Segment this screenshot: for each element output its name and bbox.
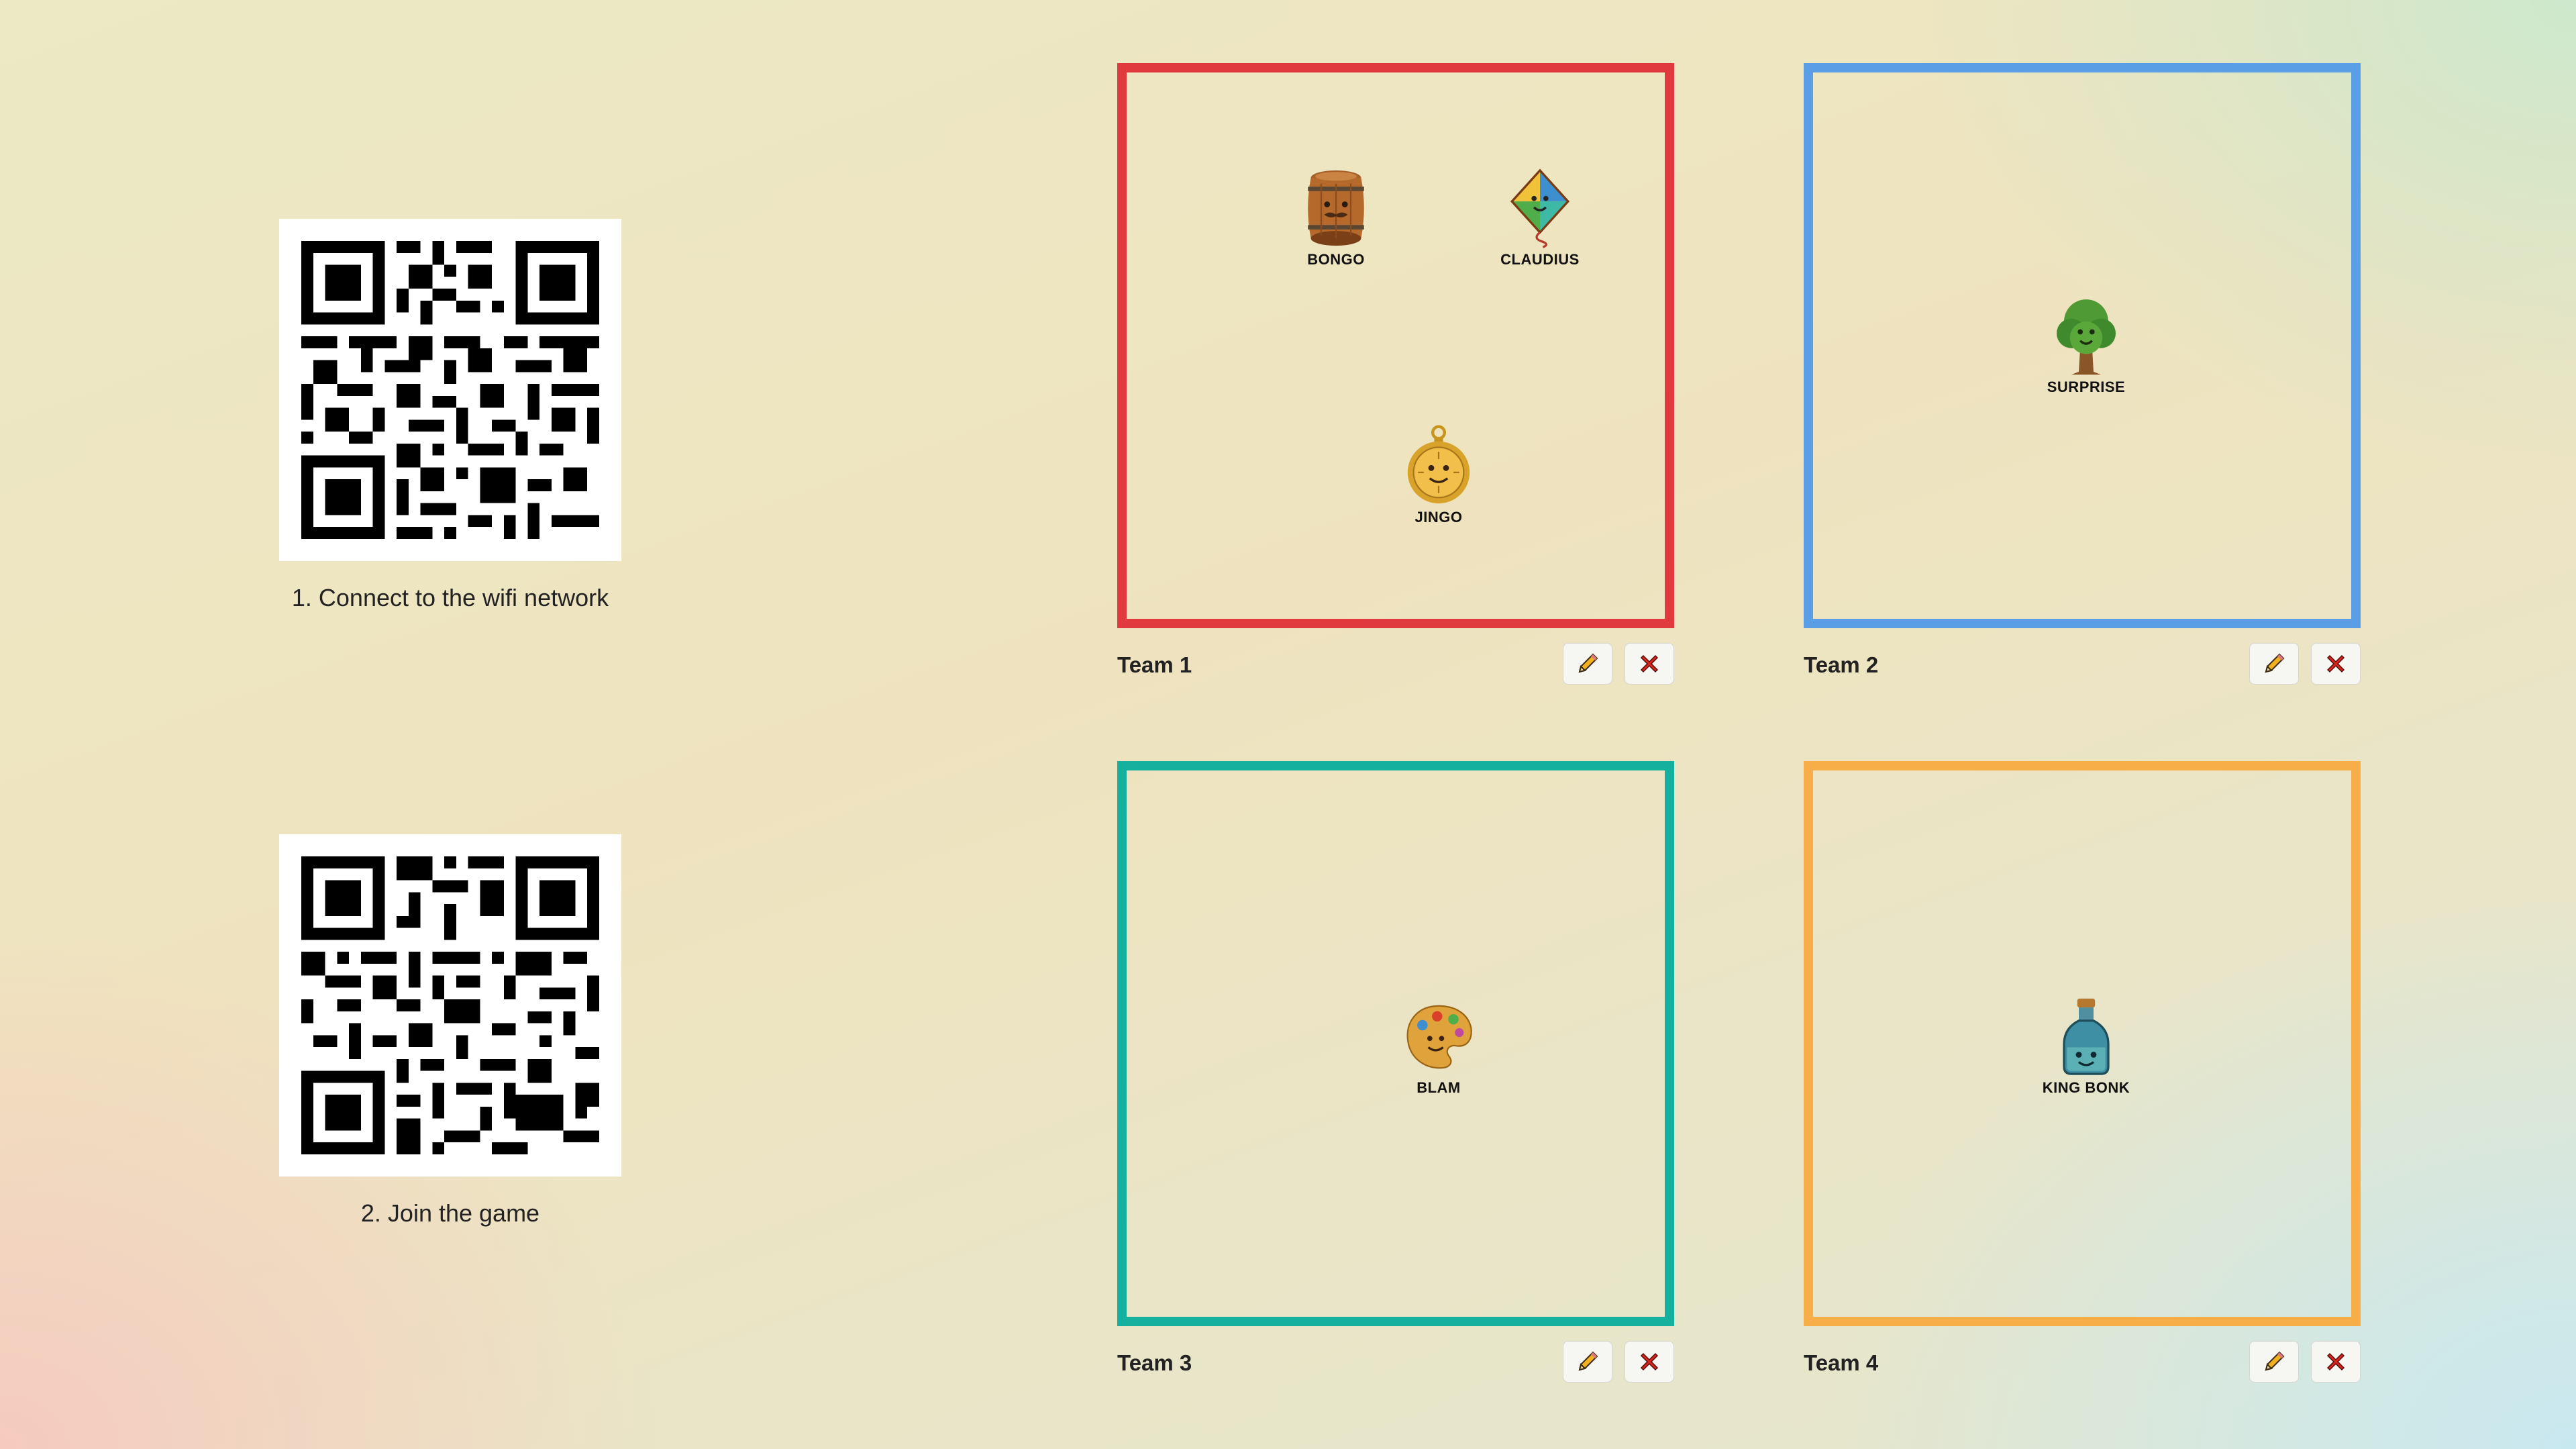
wifi-qr-code bbox=[279, 219, 621, 561]
join-qr-code bbox=[279, 834, 621, 1177]
pencil-icon bbox=[1578, 653, 1598, 673]
team-2-drop-zone[interactable]: SURPRISE bbox=[1804, 63, 2361, 628]
edit-team-button[interactable] bbox=[1563, 1341, 1612, 1383]
delete-team-button[interactable] bbox=[1625, 1341, 1674, 1383]
kite-icon bbox=[1510, 168, 1570, 248]
join-qr-code-icon bbox=[301, 856, 599, 1154]
team-4-footer: Team 4 bbox=[1804, 1341, 2361, 1388]
bottle-icon bbox=[2063, 998, 2110, 1075]
edit-team-button[interactable] bbox=[1563, 643, 1612, 685]
team-name: Team 1 bbox=[1117, 652, 1192, 677]
player-token-surprise[interactable]: SURPRISE bbox=[2006, 294, 2167, 396]
close-icon bbox=[2326, 654, 2345, 673]
team-3-drop-zone[interactable]: BLAM bbox=[1117, 761, 1674, 1326]
edit-team-button[interactable] bbox=[2249, 1341, 2299, 1383]
wifi-qr-section: 1. Connect to the wifi network bbox=[279, 219, 621, 612]
team-card-2: SURPRISE Team 2 bbox=[1804, 63, 2361, 690]
delete-team-button[interactable] bbox=[1625, 643, 1674, 685]
wifi-qr-code-icon bbox=[301, 241, 599, 539]
wifi-instruction-caption: 1. Connect to the wifi network bbox=[291, 584, 609, 611]
team-card-4: KING BONK Team 4 bbox=[1804, 761, 2361, 1388]
team-2-footer: Team 2 bbox=[1804, 643, 2361, 690]
team-name: Team 2 bbox=[1804, 652, 1879, 677]
player-name: BLAM bbox=[1416, 1079, 1461, 1096]
edit-team-button[interactable] bbox=[2249, 643, 2299, 685]
team-3-footer: Team 3 bbox=[1117, 1341, 1674, 1388]
team-1-footer: Team 1 bbox=[1117, 643, 1674, 690]
pencil-icon bbox=[1578, 1351, 1598, 1371]
player-token-king-bonk[interactable]: KING BONK bbox=[2006, 995, 2167, 1097]
close-icon bbox=[1640, 1352, 1659, 1371]
player-token-claudius[interactable]: CLAUDIUS bbox=[1459, 166, 1620, 268]
barrel-icon bbox=[1308, 170, 1364, 246]
team-card-3: BLAM Team 3 bbox=[1117, 761, 1674, 1388]
delete-team-button[interactable] bbox=[2311, 1341, 2361, 1383]
player-name: SURPRISE bbox=[2047, 379, 2126, 395]
close-icon bbox=[2326, 1352, 2345, 1371]
team-1-drop-zone[interactable]: BONGO CLAUDIUS JINGO bbox=[1117, 63, 1674, 628]
player-token-blam[interactable]: BLAM bbox=[1358, 995, 1519, 1097]
player-token-jingo[interactable]: JINGO bbox=[1358, 424, 1519, 526]
team-name: Team 4 bbox=[1804, 1350, 1879, 1375]
pocket-watch-icon bbox=[1407, 425, 1470, 504]
delete-team-button[interactable] bbox=[2311, 643, 2361, 685]
player-name: BONGO bbox=[1307, 251, 1365, 268]
paint-palette-icon bbox=[1406, 1005, 1472, 1069]
pencil-icon bbox=[2265, 1351, 2285, 1371]
player-name: JINGO bbox=[1414, 509, 1463, 526]
close-icon bbox=[1640, 654, 1659, 673]
player-name: KING BONK bbox=[2042, 1079, 2130, 1096]
team-4-drop-zone[interactable]: KING BONK bbox=[1804, 761, 2361, 1326]
player-name: CLAUDIUS bbox=[1500, 251, 1580, 268]
join-qr-section: 2. Join the game bbox=[279, 834, 621, 1228]
player-token-bongo[interactable]: BONGO bbox=[1255, 166, 1416, 268]
tree-icon bbox=[2057, 299, 2116, 375]
join-instruction-caption: 2. Join the game bbox=[360, 1199, 540, 1227]
team-name: Team 3 bbox=[1117, 1350, 1192, 1375]
pencil-icon bbox=[2265, 653, 2285, 673]
team-card-1: BONGO CLAUDIUS JINGO Team 1 bbox=[1117, 63, 1674, 690]
